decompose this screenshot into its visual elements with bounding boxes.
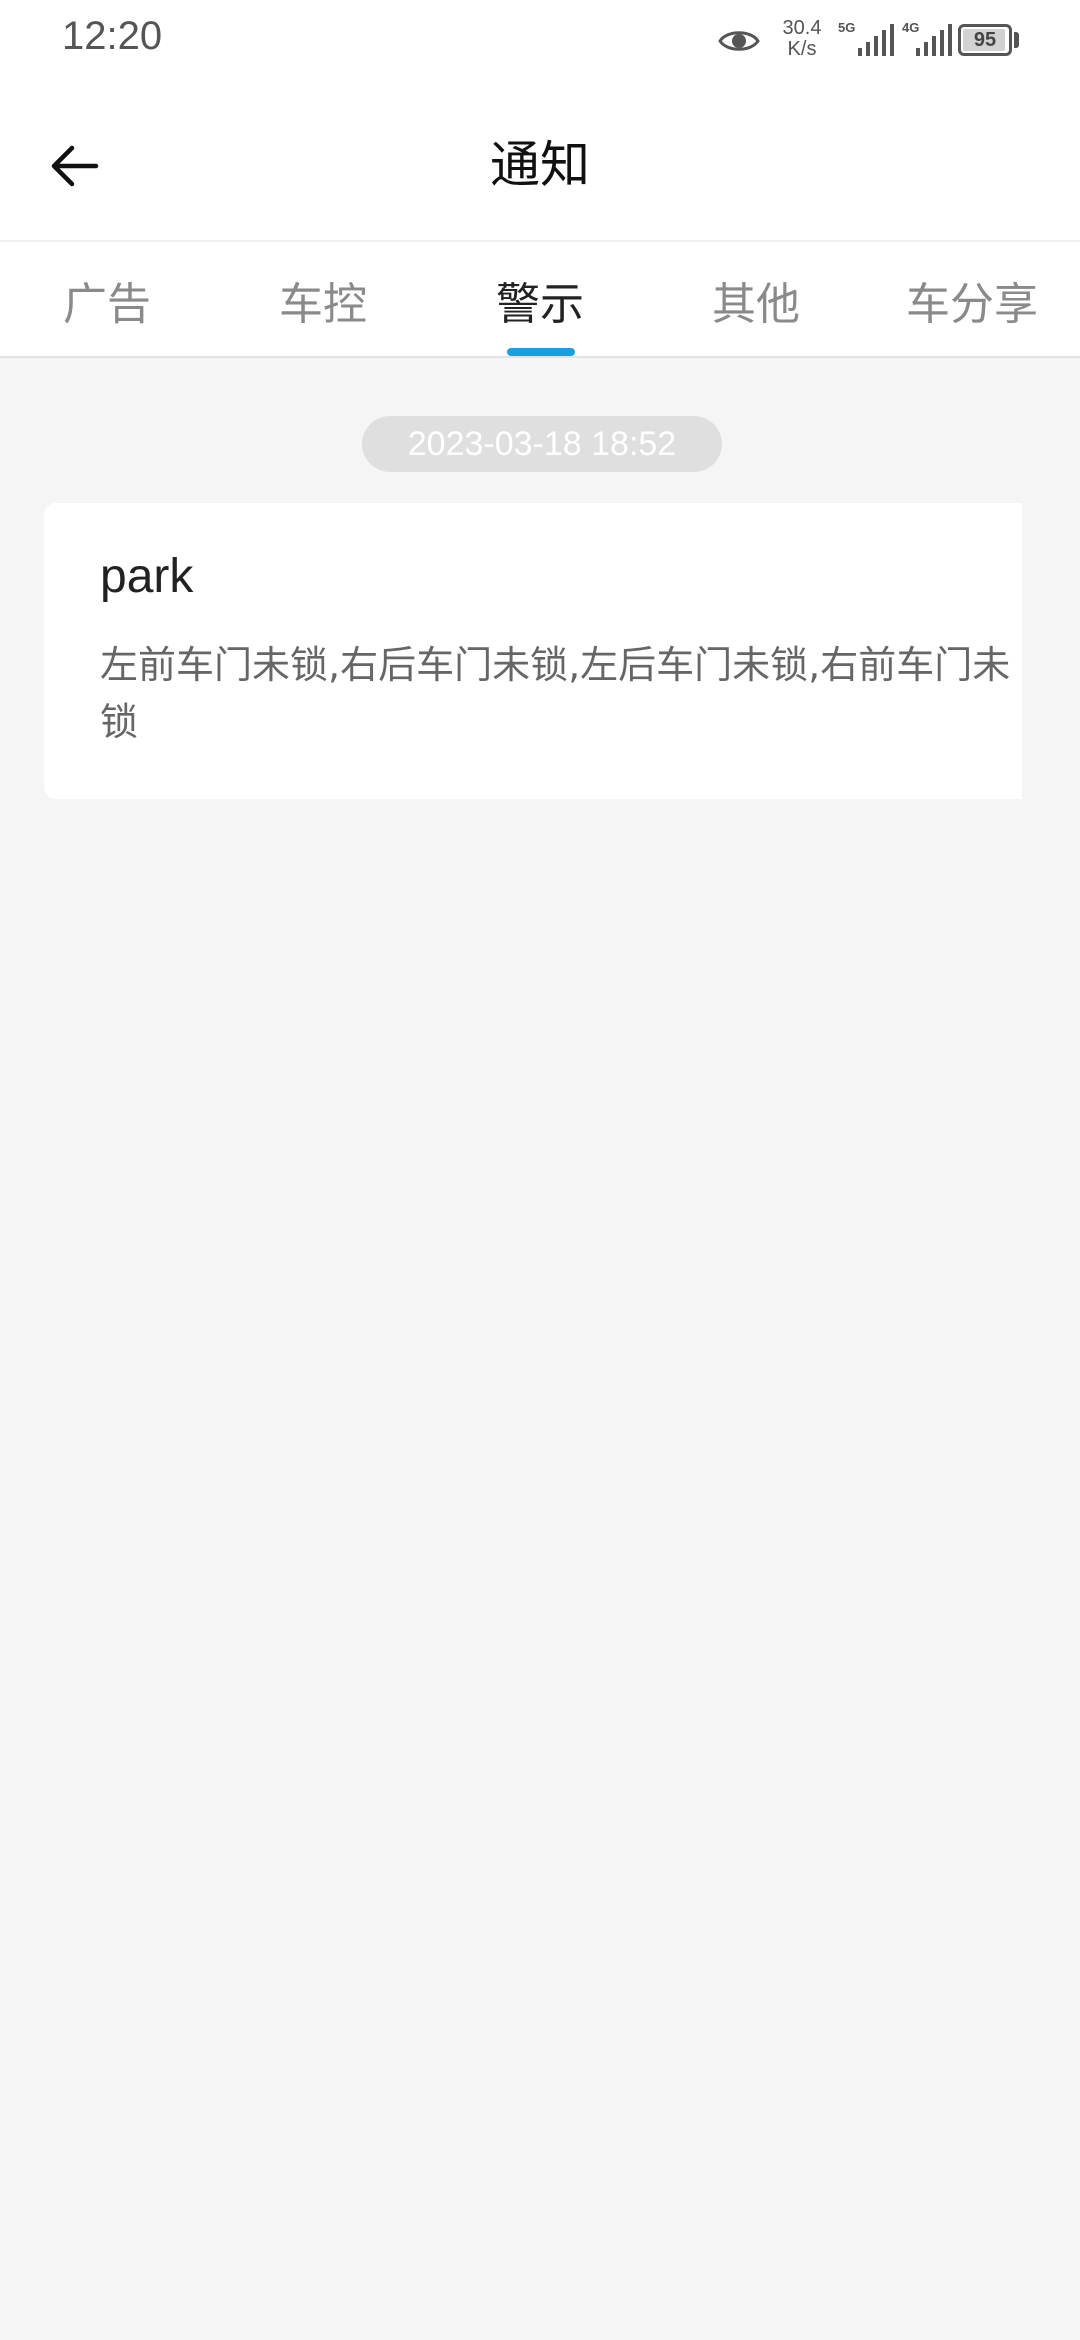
app-bar: 通知 [0,84,1080,242]
battery-level: 95 [973,29,997,51]
battery-cap [1014,32,1019,48]
tab-ads[interactable]: 广告 [7,242,207,358]
tab-bar: 广告 车控 警示 其他 车分享 [0,242,1080,358]
network-speed: 30.4 K/s [772,18,832,60]
tab-other[interactable]: 其他 [656,242,856,358]
notification-title: park [100,550,194,603]
sim1-type-label: 5G [838,20,856,35]
notification-timestamp: 2023-03-18 18:52 [362,416,722,472]
notification-card[interactable]: park 左前车门未锁,右后车门未锁,左后车门未锁,右前车门未锁 [44,503,1022,799]
tab-vehicle-control[interactable]: 车控 [223,242,423,358]
status-time: 12:20 [62,14,163,58]
eye-icon [718,31,760,51]
signal-icon [916,24,952,56]
network-speed-unit: K/s [787,38,817,60]
active-tab-indicator [507,348,575,356]
status-icons: 30.4 K/s 5G 4G 95 [680,0,1080,84]
network-speed-value: 30.4 [782,17,822,39]
signal-icon [858,24,894,56]
battery-icon: 95 [958,24,1012,56]
tab-warnings[interactable]: 警示 [440,242,640,358]
page-title: 通知 [490,136,590,194]
tab-car-share[interactable]: 车分享 [872,242,1072,358]
notification-body: 左前车门未锁,右后车门未锁,左后车门未锁,右前车门未锁 [100,643,1011,744]
status-bar: 12:20 30.4 K/s 5G 4G 95 [0,0,1080,84]
